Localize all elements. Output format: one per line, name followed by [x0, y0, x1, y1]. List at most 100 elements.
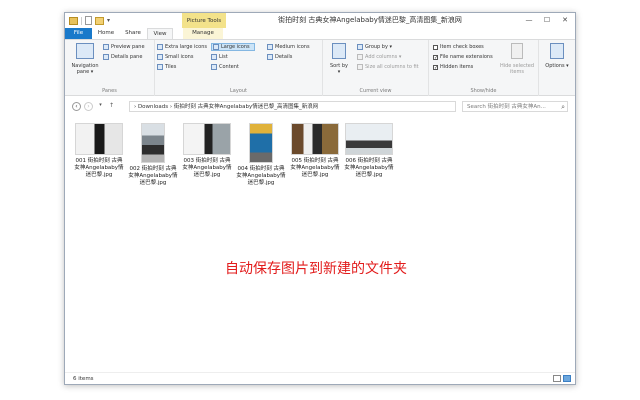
file-name-extensions-label: File name extensions — [440, 54, 493, 60]
layout-extra-large-icons[interactable]: Extra large icons — [157, 44, 207, 50]
layout-item-label: Tiles — [165, 64, 177, 70]
close-button[interactable]: ✕ — [559, 15, 571, 25]
layout-item-label: Content — [219, 64, 239, 70]
layout-small-icons[interactable]: Small icons — [157, 54, 193, 60]
item-check-boxes-label: Item check boxes — [440, 44, 484, 50]
tab-file[interactable]: File — [65, 28, 92, 39]
details-pane-icon — [103, 54, 109, 60]
search-icon: ⌕ — [561, 103, 565, 111]
layout-group-label: Layout — [230, 88, 247, 94]
hidden-items-toggle[interactable]: Hidden items — [433, 64, 473, 70]
layout-details[interactable]: Details — [267, 54, 292, 60]
panes-group: Navigation pane ▾ Preview pane Details p… — [65, 40, 155, 96]
item-count: 6 items — [73, 376, 94, 382]
layout-group: Extra large icons Large icons Medium ico… — [155, 40, 323, 96]
maximize-button[interactable]: ☐ — [541, 15, 553, 25]
navigation-pane-button[interactable]: Navigation pane ▾ — [68, 43, 102, 75]
tab-view[interactable]: View — [147, 28, 173, 39]
add-columns-button[interactable]: Add columns ▾ — [357, 54, 401, 60]
navigation-pane-label: Navigation pane ▾ — [71, 63, 99, 75]
file-name-extensions-checkbox[interactable] — [433, 54, 438, 60]
options-group: Options ▾ — [539, 40, 575, 96]
back-arrow-icon[interactable]: ‹ — [72, 102, 81, 111]
item-check-boxes-toggle[interactable]: Item check boxes — [433, 44, 484, 50]
new-folder-icon[interactable] — [95, 16, 104, 25]
list-icon — [211, 54, 217, 60]
content-icon — [211, 64, 217, 70]
large-icons-view-icon[interactable] — [563, 375, 571, 382]
hide-selected-items-button[interactable]: Hide selected items — [499, 43, 535, 75]
qat-separator — [81, 16, 82, 25]
file-item-4[interactable]: 004 街拍时刻 古典女神Angelababy情迷巴黎.jpg — [235, 123, 287, 187]
current-view-group-label: Current view — [359, 88, 392, 94]
layout-item-label: Medium icons — [275, 44, 310, 50]
details-pane-label: Details pane — [111, 54, 143, 60]
search-input[interactable]: Search 街拍时刻 古典女神An... ⌕ — [462, 101, 568, 112]
forward-arrow-icon[interactable]: › — [84, 102, 93, 111]
recent-locations-icon[interactable]: ▾ — [96, 102, 105, 111]
properties-icon[interactable] — [85, 16, 92, 25]
options-icon — [550, 43, 564, 59]
group-by-icon — [357, 44, 363, 50]
details-view-icon[interactable] — [553, 375, 561, 382]
sort-by-label: Sort by ▾ — [330, 63, 348, 75]
size-columns-icon — [357, 64, 363, 70]
layout-item-label: Extra large icons — [165, 44, 208, 50]
file-item-6[interactable]: 006 街拍时刻 古典女神Angelababy情迷巴黎.jpg — [343, 123, 395, 179]
details-pane-button[interactable]: Details pane — [103, 54, 142, 60]
preview-pane-button[interactable]: Preview pane — [103, 44, 145, 50]
file-item-3[interactable]: 003 街拍时刻 古典女神Angelababy情迷巴黎.jpg — [181, 123, 233, 179]
hidden-items-checkbox[interactable] — [433, 64, 438, 70]
image-thumbnail — [345, 123, 393, 155]
layout-large-icons[interactable]: Large icons — [211, 43, 255, 51]
address-path: › Downloads › 街拍时刻 古典女神Angelababy情迷巴黎_高清… — [134, 104, 319, 110]
size-all-columns-button[interactable]: Size all columns to fit — [357, 64, 419, 70]
tab-manage[interactable]: Manage — [183, 28, 223, 39]
image-thumbnail — [141, 123, 165, 163]
details-icon — [267, 54, 273, 60]
quick-access-toolbar: ▾ — [69, 16, 110, 25]
navigation-bar: ‹ › ▾ ↑ › Downloads › 街拍时刻 古典女神Angelabab… — [65, 100, 575, 114]
layout-item-label: Large icons — [221, 44, 250, 50]
sort-by-button[interactable]: Sort by ▾ — [329, 43, 349, 75]
layout-item-label: Small icons — [165, 54, 194, 60]
qat-dropdown-icon[interactable]: ▾ — [107, 17, 110, 24]
file-name: 005 街拍时刻 古典女神Angelababy情迷巴黎.jpg — [290, 158, 340, 178]
item-check-boxes-checkbox[interactable] — [433, 44, 438, 50]
file-item-1[interactable]: 001 街拍时刻 古典女神Angelababy情迷巴黎.jpg — [73, 123, 125, 179]
navigation-pane-icon — [76, 43, 94, 59]
file-name: 002 街拍时刻 古典女神Angelababy情迷巴黎.jpg — [128, 166, 178, 186]
window-title: 街拍时刻 古典女神Angelababy情迷巴黎_高清图集_新浪网 — [278, 16, 462, 24]
up-arrow-icon[interactable]: ↑ — [107, 102, 116, 111]
group-by-button[interactable]: Group by ▾ — [357, 44, 392, 50]
file-list: 001 街拍时刻 古典女神Angelababy情迷巴黎.jpg 002 街拍时刻… — [65, 117, 575, 372]
title-bar: ▾ Picture Tools 街拍时刻 古典女神Angelababy情迷巴黎_… — [65, 13, 575, 28]
ribbon-tabs: File Home Share View Manage — [65, 28, 575, 39]
view-toggle — [553, 375, 571, 382]
layout-content[interactable]: Content — [211, 64, 239, 70]
tab-share[interactable]: Share — [120, 28, 146, 39]
status-bar: 6 items — [65, 372, 575, 384]
group-by-label: Group by ▾ — [365, 44, 393, 50]
layout-list[interactable]: List — [211, 54, 228, 60]
large-icons-icon — [213, 44, 219, 50]
layout-tiles[interactable]: Tiles — [157, 64, 176, 70]
explorer-window: ▾ Picture Tools 街拍时刻 古典女神Angelababy情迷巴黎_… — [64, 12, 576, 385]
layout-medium-icons[interactable]: Medium icons — [267, 44, 310, 50]
address-bar[interactable]: › Downloads › 街拍时刻 古典女神Angelababy情迷巴黎_高清… — [129, 101, 456, 112]
hide-selected-label: Hide selected items — [499, 63, 535, 75]
window-controls: — ☐ ✕ — [523, 15, 571, 25]
preview-pane-label: Preview pane — [111, 44, 145, 50]
minimize-button[interactable]: — — [523, 15, 535, 25]
medium-icons-icon — [267, 44, 273, 50]
file-name: 003 街拍时刻 古典女神Angelababy情迷巴黎.jpg — [182, 158, 232, 178]
add-columns-label: Add columns ▾ — [365, 54, 402, 60]
file-item-2[interactable]: 002 街拍时刻 古典女神Angelababy情迷巴黎.jpg — [127, 123, 179, 187]
tab-home[interactable]: Home — [93, 28, 119, 39]
file-name-extensions-toggle[interactable]: File name extensions — [433, 54, 493, 60]
current-view-group: Sort by ▾ Group by ▾ Add columns ▾ Size … — [323, 40, 429, 96]
options-button[interactable]: Options ▾ — [542, 43, 572, 69]
tiles-icon — [157, 64, 163, 70]
sort-icon — [332, 43, 346, 59]
file-item-5[interactable]: 005 街拍时刻 古典女神Angelababy情迷巴黎.jpg — [289, 123, 341, 179]
